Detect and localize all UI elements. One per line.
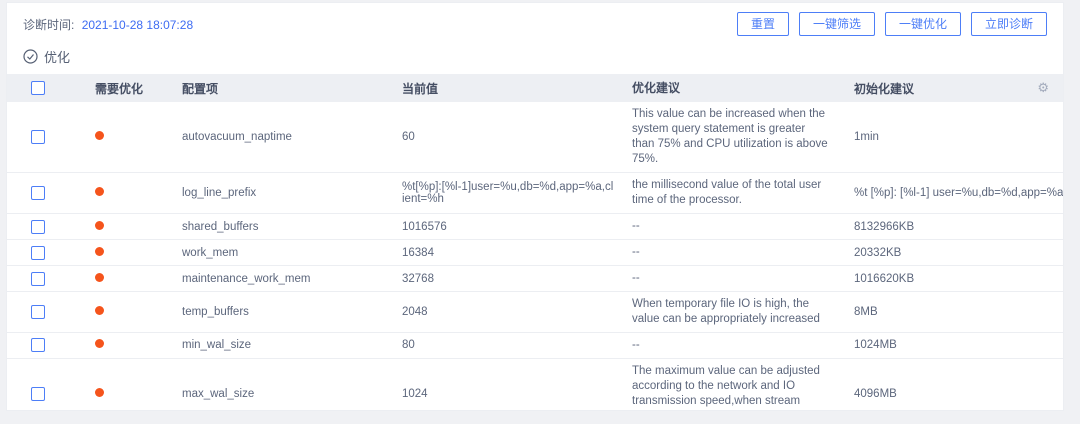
needs-optimization-dot: [95, 221, 104, 230]
table-row: max_wal_size 1024 The maximum value can …: [7, 359, 1063, 411]
optimization-suggestion: The maximum value can be adjusted accord…: [622, 364, 844, 411]
optimization-suggestion: This value can be increased when the sys…: [622, 107, 844, 167]
table-row: maintenance_work_mem 32768 -- 1016620KB: [7, 266, 1063, 292]
check-circle-icon: [23, 49, 38, 64]
current-value: 60: [390, 131, 622, 143]
diagnose-now-button[interactable]: 立即诊断: [971, 12, 1047, 36]
needs-optimization-dot: [95, 388, 104, 397]
init-suggestion: 8MB: [844, 306, 1019, 318]
col-need-optimize: 需要优化: [69, 80, 165, 97]
current-value: 1024: [390, 388, 622, 400]
row-checkbox[interactable]: [31, 305, 45, 319]
needs-optimization-dot: [95, 273, 104, 282]
diagnosis-time-value: 2021-10-28 18:07:28: [82, 18, 193, 32]
current-value: 32768: [390, 273, 622, 285]
table-body: autovacuum_naptime 60 This value can be …: [7, 102, 1063, 411]
table-row: autovacuum_naptime 60 This value can be …: [7, 102, 1063, 173]
diagnosis-time-label: 诊断时间:: [23, 18, 74, 32]
current-value: 2048: [390, 306, 622, 318]
current-value: %t[%p]:[%l-1]user=%u,db=%d,app=%a,client…: [390, 181, 622, 205]
col-init-suggestion: 初始化建议: [844, 80, 1019, 97]
diagnosis-time: 诊断时间: 2021-10-28 18:07:28: [23, 16, 193, 33]
needs-optimization-dot: [95, 187, 104, 196]
table-row: min_wal_size 80 -- 1024MB: [7, 333, 1063, 359]
config-item-name: shared_buffers: [165, 221, 390, 233]
select-all-checkbox[interactable]: [31, 81, 45, 95]
reset-button[interactable]: 重置: [737, 12, 789, 36]
row-checkbox[interactable]: [31, 246, 45, 260]
config-item-name: temp_buffers: [165, 306, 390, 318]
table-row: log_line_prefix %t[%p]:[%l-1]user=%u,db=…: [7, 173, 1063, 214]
col-current-value: 当前值: [390, 80, 622, 97]
row-checkbox[interactable]: [31, 272, 45, 286]
current-value: 80: [390, 339, 622, 351]
row-checkbox[interactable]: [31, 130, 45, 144]
current-value: 1016576: [390, 221, 622, 233]
table-row: work_mem 16384 -- 20332KB: [7, 240, 1063, 266]
optimization-suggestion: --: [622, 245, 844, 260]
one-click-optimize-button[interactable]: 一键优化: [885, 12, 961, 36]
optimization-suggestion: --: [622, 271, 844, 286]
init-suggestion: 4096MB: [844, 388, 1019, 400]
init-suggestion: 1016620KB: [844, 273, 1019, 285]
init-suggestion: 1024MB: [844, 339, 1019, 351]
col-config-item: 配置项: [165, 80, 390, 97]
optimization-suggestion: --: [622, 219, 844, 234]
optimization-panel: 诊断时间: 2021-10-28 18:07:28 重置 一键筛选 一键优化 立…: [6, 2, 1064, 411]
needs-optimization-dot: [95, 339, 104, 348]
config-item-name: max_wal_size: [165, 388, 390, 400]
config-table: 需要优化 配置项 当前值 优化建议 初始化建议 ⚙ autovacuum_nap…: [7, 74, 1063, 411]
current-value: 16384: [390, 247, 622, 259]
row-checkbox[interactable]: [31, 387, 45, 401]
row-checkbox[interactable]: [31, 186, 45, 200]
table-header: 需要优化 配置项 当前值 优化建议 初始化建议 ⚙: [7, 74, 1063, 102]
section-title: 优化: [44, 47, 70, 66]
section-header: 优化: [7, 40, 1063, 74]
needs-optimization-dot: [95, 131, 104, 140]
config-item-name: maintenance_work_mem: [165, 273, 390, 285]
row-checkbox[interactable]: [31, 220, 45, 234]
table-row: shared_buffers 1016576 -- 8132966KB: [7, 214, 1063, 240]
row-checkbox[interactable]: [31, 338, 45, 352]
toolbar: 重置 一键筛选 一键优化 立即诊断: [737, 12, 1047, 36]
needs-optimization-dot: [95, 247, 104, 256]
one-click-filter-button[interactable]: 一键筛选: [799, 12, 875, 36]
optimization-suggestion: --: [622, 338, 844, 353]
config-item-name: autovacuum_naptime: [165, 131, 390, 143]
init-suggestion: 8132966KB: [844, 221, 1019, 233]
top-bar: 诊断时间: 2021-10-28 18:07:28 重置 一键筛选 一键优化 立…: [7, 3, 1063, 40]
needs-optimization-dot: [95, 306, 104, 315]
table-row: temp_buffers 2048 When temporary file IO…: [7, 292, 1063, 333]
init-suggestion: 20332KB: [844, 247, 1019, 259]
config-item-name: log_line_prefix: [165, 187, 390, 199]
col-optimize-suggestion: 优化建议: [622, 81, 844, 97]
gear-icon[interactable]: ⚙: [1037, 80, 1049, 95]
config-item-name: min_wal_size: [165, 339, 390, 351]
optimization-suggestion: the millisecond value of the total user …: [622, 178, 844, 208]
init-suggestion: 1min: [844, 131, 1019, 143]
optimization-suggestion: When temporary file IO is high, the valu…: [622, 297, 844, 327]
init-suggestion: %t [%p]: [%l-1] user=%u,db=%d,app=%a,cli…: [844, 187, 1019, 199]
config-item-name: work_mem: [165, 247, 390, 259]
